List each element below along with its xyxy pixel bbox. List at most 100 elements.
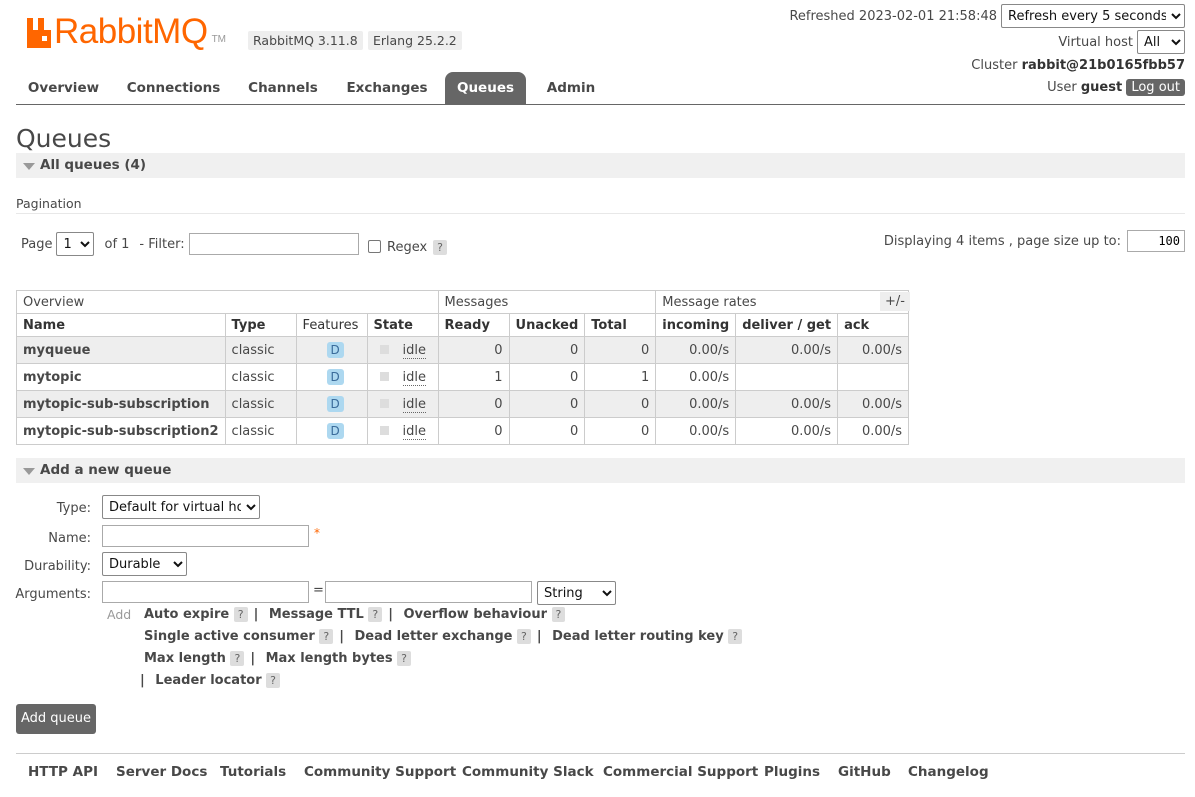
ready-count: 0	[437, 417, 510, 445]
arg-max-length-bytes-link[interactable]: Max length bytes	[266, 651, 393, 666]
pagination-label: Pagination	[16, 196, 82, 211]
footer-github-link[interactable]: GitHub	[838, 764, 891, 780]
queue-name-input[interactable]	[102, 525, 309, 547]
col-unacked[interactable]: Unacked	[508, 313, 586, 337]
deliver-rate: 0.00/s	[735, 390, 839, 418]
queue-state: idle	[402, 342, 427, 359]
argument-type-select[interactable]: String	[537, 581, 616, 605]
queue-name-link[interactable]: myqueue	[23, 343, 90, 358]
durable-badge: D	[326, 423, 344, 439]
table-row: mytopic-sub-subscription2 classic D idle…	[16, 417, 910, 445]
durable-badge: D	[326, 342, 344, 358]
footer-changelog-link[interactable]: Changelog	[908, 764, 989, 780]
page-select[interactable]: 1	[56, 232, 95, 256]
unacked-count: 0	[508, 363, 586, 391]
help-icon[interactable]: ?	[230, 651, 245, 666]
page-title: Queues	[16, 124, 112, 153]
col-total[interactable]: Total	[584, 313, 657, 337]
durable-badge: D	[326, 396, 344, 412]
ready-count: 1	[437, 363, 510, 391]
argument-shortcuts-row-2: Single active consumer ? | Dead letter ex…	[144, 629, 743, 644]
regex-label: Regex	[387, 240, 428, 255]
queue-name-link[interactable]: mytopic-sub-subscription2	[23, 424, 219, 439]
tab-exchanges[interactable]: Exchanges	[338, 72, 436, 104]
col-name[interactable]: Name	[16, 313, 226, 337]
rabbitmq-logo: RabbitMQ TM	[27, 12, 226, 51]
help-icon[interactable]: ?	[319, 629, 334, 644]
deliver-rate: 0.00/s	[735, 417, 839, 445]
col-incoming[interactable]: incoming	[655, 313, 737, 337]
unacked-count: 0	[508, 390, 586, 418]
footer-community-slack-link[interactable]: Community Slack	[462, 764, 594, 780]
arg-max-length-link[interactable]: Max length	[144, 651, 226, 666]
queue-type: classic	[224, 417, 297, 445]
col-ready[interactable]: Ready	[437, 313, 510, 337]
table-row: mytopic classic D idle 1 0 1 0.00/s	[16, 363, 910, 391]
help-icon[interactable]: ?	[233, 607, 248, 622]
queues-table: Overview Messages Message rates Name Typ…	[16, 290, 910, 445]
footer-links: HTTP API Server Docs Tutorials Community…	[16, 753, 1185, 793]
queue-type-select[interactable]: Default for virtual host	[102, 495, 260, 519]
all-queues-section-toggle[interactable]: All queues (4)	[16, 153, 1185, 178]
queue-name-link[interactable]: mytopic-sub-subscription	[23, 397, 210, 412]
queue-name-link[interactable]: mytopic	[23, 370, 82, 385]
argument-shortcuts-row-3: Max length ? | Max length bytes ?	[144, 651, 411, 666]
column-toggle-button[interactable]: +/-	[880, 292, 910, 311]
help-icon[interactable]: ?	[368, 607, 383, 622]
help-icon[interactable]: ?	[266, 673, 281, 688]
arg-dead-letter-exchange-link[interactable]: Dead letter exchange	[354, 629, 512, 644]
col-state[interactable]: State	[366, 313, 439, 337]
help-icon[interactable]: ?	[397, 651, 411, 666]
cluster-name: rabbit@21b0165fbb57	[1021, 58, 1185, 73]
vhost-select[interactable]: All	[1137, 30, 1185, 54]
regex-checkbox[interactable]	[368, 239, 381, 253]
col-deliver-get[interactable]: deliver / get	[735, 313, 839, 337]
queue-type: classic	[224, 363, 297, 391]
filter-label: - Filter:	[139, 236, 185, 252]
unacked-count: 0	[508, 336, 586, 364]
tab-admin[interactable]: Admin	[536, 72, 606, 104]
help-icon[interactable]: ?	[728, 629, 743, 644]
argument-value-input[interactable]	[325, 581, 532, 603]
footer-plugins-link[interactable]: Plugins	[764, 764, 820, 780]
refreshed-timestamp: Refreshed 2023-02-01 21:58:48	[789, 8, 997, 24]
footer-http-api-link[interactable]: HTTP API	[28, 764, 98, 780]
footer-commercial-support-link[interactable]: Commercial Support	[603, 764, 758, 780]
arg-auto-expire-link[interactable]: Auto expire	[144, 607, 229, 622]
queue-state: idle	[402, 369, 427, 386]
tab-connections[interactable]: Connections	[121, 72, 226, 104]
queue-type: classic	[224, 390, 297, 418]
unacked-count: 0	[508, 417, 586, 445]
arg-message-ttl-link[interactable]: Message TTL	[269, 607, 364, 622]
regex-help-icon[interactable]: ?	[433, 240, 448, 255]
refresh-interval-select[interactable]: Refresh every 5 seconds	[1001, 4, 1185, 28]
footer-tutorials-link[interactable]: Tutorials	[220, 764, 286, 780]
ready-count: 0	[437, 336, 510, 364]
add-queue-section-toggle[interactable]: Add a new queue	[16, 458, 1185, 483]
col-ack[interactable]: ack	[837, 313, 910, 337]
ready-count: 0	[437, 390, 510, 418]
arg-overflow-link[interactable]: Overflow behaviour	[403, 607, 547, 622]
arg-leader-locator-link[interactable]: Leader locator	[155, 673, 261, 688]
col-type[interactable]: Type	[224, 313, 297, 337]
filter-input[interactable]	[188, 233, 359, 255]
brand-name: RabbitMQ	[54, 12, 208, 51]
page-size-input[interactable]	[1127, 230, 1185, 252]
total-count: 0	[584, 390, 657, 418]
arg-single-active-consumer-link[interactable]: Single active consumer	[144, 629, 315, 644]
tab-overview[interactable]: Overview	[16, 72, 111, 104]
col-features: Features	[295, 313, 368, 337]
group-message-rates: Message rates	[655, 290, 910, 314]
footer-community-support-link[interactable]: Community Support	[304, 764, 456, 780]
argument-key-input[interactable]	[102, 581, 309, 603]
total-count: 0	[584, 417, 657, 445]
argument-shortcuts-row-4: | Leader locator ?	[140, 673, 281, 688]
tab-queues[interactable]: Queues	[445, 72, 526, 104]
durability-select[interactable]: Durable	[102, 552, 187, 576]
tab-channels[interactable]: Channels	[238, 72, 328, 104]
help-icon[interactable]: ?	[551, 607, 566, 622]
add-queue-button[interactable]: Add queue	[16, 704, 96, 734]
arg-dead-letter-routing-key-link[interactable]: Dead letter routing key	[552, 629, 724, 644]
help-icon[interactable]: ?	[516, 629, 531, 644]
footer-server-docs-link[interactable]: Server Docs	[116, 764, 207, 780]
